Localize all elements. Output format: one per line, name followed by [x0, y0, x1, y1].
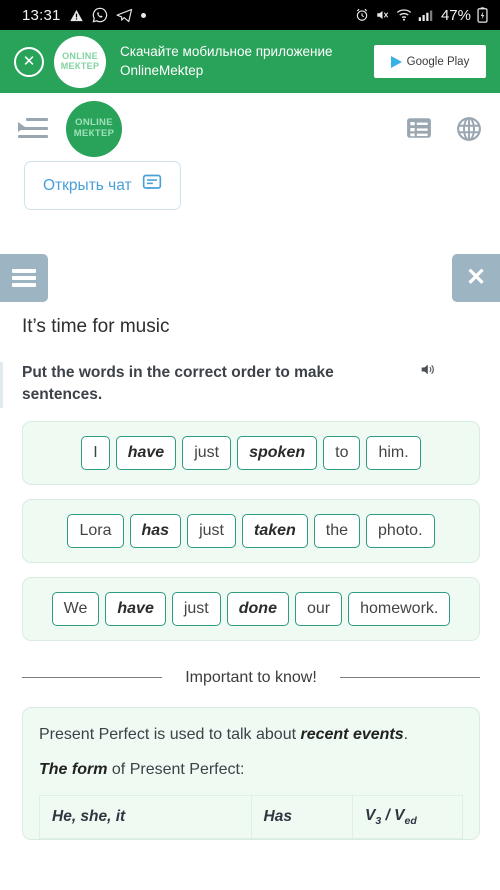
important-to-know-label: Important to know! — [185, 668, 317, 686]
grammar-line-2-highlight: The form — [39, 761, 108, 779]
hamburger-bars — [12, 266, 36, 291]
globe-icon[interactable] — [456, 116, 482, 142]
word-tile[interactable]: to — [323, 435, 361, 470]
phone-screen: 13:31 47% ✕ ONLINE МЕКТЕР Скачайте мобил… — [0, 0, 500, 890]
promo-text-line1: Скачайте мобильное приложение — [120, 44, 333, 60]
warning-triangle-icon — [69, 8, 84, 23]
chat-bubble-icon — [142, 173, 162, 198]
task-instruction-text: Put the words in the correct order to ma… — [22, 364, 334, 404]
site-logo-line2: МЕКТЕР — [73, 128, 115, 139]
word-tile[interactable]: We — [51, 591, 100, 626]
status-bar-left: 13:31 — [22, 7, 146, 24]
word-tile[interactable]: has — [129, 513, 182, 548]
open-chat-button[interactable]: Открыть чат — [24, 161, 181, 210]
table-row: He, she, it Has V3 / Ved — [39, 794, 463, 839]
present-perfect-form-table: He, she, it Has V3 / Ved — [39, 794, 463, 839]
verb-sub-ed: ed — [404, 814, 417, 827]
dot-icon — [140, 12, 146, 18]
word-tile[interactable]: our — [294, 591, 343, 626]
status-time: 13:31 — [22, 6, 61, 24]
table-cell-verb-form: V3 / Ved — [352, 794, 463, 839]
important-to-know-divider: Important to know! — [22, 667, 480, 689]
word-tile[interactable]: photo. — [366, 513, 435, 548]
list-icon[interactable] — [406, 116, 432, 142]
word-tile[interactable]: taken — [241, 513, 308, 548]
close-icon[interactable]: ✕ — [452, 254, 500, 302]
status-bar: 13:31 47% — [0, 0, 500, 30]
close-icon[interactable]: ✕ — [14, 46, 44, 77]
grammar-line-2: The form of Present Perfect: — [39, 759, 463, 781]
google-play-icon — [390, 55, 402, 68]
open-chat-label: Открыть чат — [43, 176, 132, 194]
promo-text-line2: OnlineMektep — [120, 62, 204, 78]
menu-line-1 — [18, 127, 48, 130]
word-tile[interactable]: have — [105, 591, 166, 626]
word-tile[interactable]: spoken — [237, 435, 318, 470]
word-tile[interactable]: just — [187, 513, 236, 548]
chat-button-row: Открыть чат — [0, 161, 500, 210]
verb-separator: / V — [381, 806, 405, 824]
grammar-line-1-c: . — [403, 725, 409, 743]
wifi-icon — [396, 8, 412, 22]
grammar-line-2-b: of Present Perfect: — [107, 761, 245, 779]
table-cell-subject: He, she, it — [39, 794, 252, 839]
word-tile[interactable]: just — [182, 435, 232, 470]
menu-line-3 — [26, 118, 48, 121]
promo-text: Скачайте мобильное приложение OnlineMekt… — [116, 43, 364, 79]
site-logo[interactable]: ONLINE МЕКТЕР — [66, 101, 122, 157]
status-bar-right: 47% — [355, 7, 488, 24]
grammar-info-box: Present Perfect is used to talk about re… — [22, 706, 480, 840]
app-logo-line2: МЕКТЕР — [60, 60, 100, 71]
word-tile[interactable]: Lora — [67, 513, 124, 548]
sentence-row: I have just spoken to him. — [22, 420, 480, 485]
page-title: It’s time for music — [22, 316, 170, 337]
word-tile[interactable]: I — [81, 435, 110, 470]
left-accent-bar — [0, 362, 3, 408]
battery-charging-icon — [477, 7, 488, 23]
sentence-row: Lora has just taken the photo. — [22, 498, 480, 563]
menu-line-2 — [18, 135, 48, 138]
menu-collapse-icon[interactable] — [18, 118, 48, 140]
grammar-line-1: Present Perfect is used to talk about re… — [39, 724, 463, 746]
google-play-button[interactable]: Google Play — [374, 45, 486, 78]
word-tile[interactable]: the — [313, 513, 361, 548]
grammar-line-1-a: Present Perfect is used to talk about — [39, 725, 301, 743]
app-logo: ONLINE МЕКТЕР — [54, 35, 106, 88]
lesson-toolbar: ✕ — [0, 254, 500, 302]
telegram-icon — [116, 8, 133, 23]
battery-percent: 47% — [440, 6, 471, 24]
sentence-row: We have just done our homework. — [22, 576, 480, 641]
word-tile[interactable]: homework. — [348, 591, 451, 626]
table-cell-auxiliary: Has — [250, 794, 354, 839]
google-play-label: Google Play — [406, 55, 470, 68]
hamburger-icon[interactable] — [0, 254, 48, 302]
verb-v1: V — [365, 806, 376, 824]
speaker-icon[interactable] — [420, 362, 437, 384]
task-instruction: Put the words in the correct order to ma… — [22, 362, 480, 407]
grammar-line-1-highlight: recent events — [300, 725, 404, 743]
word-tile[interactable]: have — [115, 435, 177, 470]
divider-line-right — [340, 677, 480, 679]
word-tile[interactable]: just — [171, 591, 221, 626]
site-navbar: ONLINE МЕКТЕР — [0, 93, 500, 165]
alarm-icon — [355, 8, 369, 22]
signal-icon — [418, 8, 433, 22]
word-tile[interactable]: done — [226, 591, 289, 626]
mute-vibrate-icon — [375, 8, 390, 22]
close-glyph: ✕ — [465, 264, 487, 291]
divider-line-left — [22, 677, 162, 679]
whatsapp-icon — [92, 7, 108, 23]
word-tile[interactable]: him. — [366, 435, 421, 470]
lesson-content: It’s time for music Put the words in the… — [0, 316, 500, 840]
app-promo-banner[interactable]: ✕ ONLINE МЕКТЕР Скачайте мобильное прило… — [0, 30, 500, 93]
